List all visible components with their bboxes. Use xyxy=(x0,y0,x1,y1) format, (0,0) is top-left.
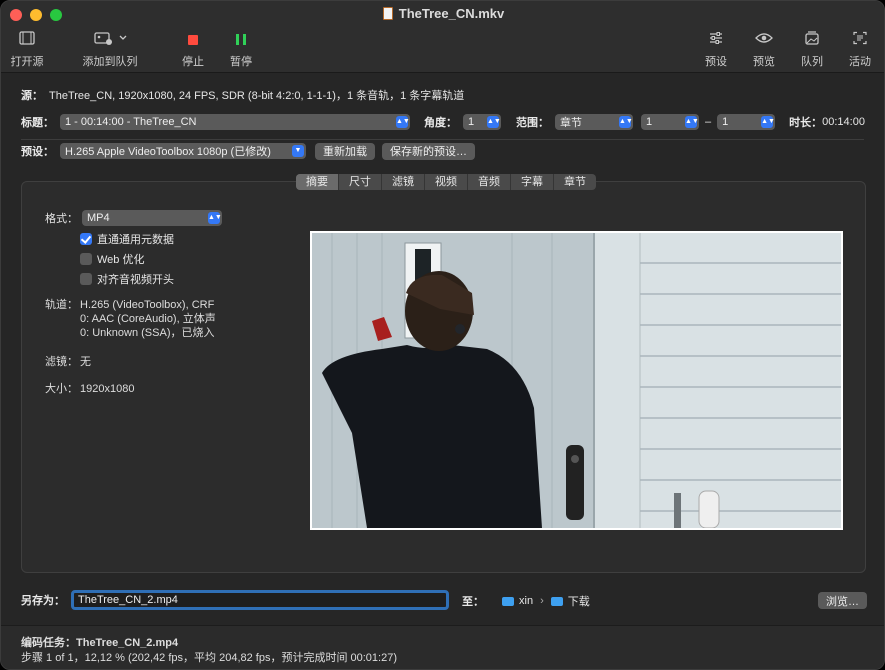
tab-subtitles[interactable]: 字幕 xyxy=(511,174,554,190)
path-segment-downloads[interactable]: 下载 xyxy=(568,593,590,609)
status-bar: 编码任务：TheTree_CN_2.mp4 步骤 1 of 1，12,12 % … xyxy=(1,625,884,669)
source-label: 源： xyxy=(21,90,43,102)
format-label: 格式： xyxy=(45,213,78,225)
browse-button[interactable]: 浏览… xyxy=(818,592,867,609)
filters-info: 滤镜：无 xyxy=(45,353,91,369)
chevron-updown-icon: ▲▼ xyxy=(487,116,501,128)
output-filename-field[interactable] xyxy=(71,590,449,610)
tab-chapters[interactable]: 章节 xyxy=(554,174,596,190)
chevron-updown-icon: ▲▼ xyxy=(761,116,775,128)
tab-audio[interactable]: 音频 xyxy=(468,174,511,190)
preview-frame-image xyxy=(312,233,841,528)
passthru-metadata-option[interactable]: 直通通用元数据 xyxy=(80,230,174,248)
chevron-updown-icon: ▲▼ xyxy=(396,116,410,128)
handbrake-window: TheTree_CN.mkv 打开源 添加到队列 停止 暂停 预设 预览 队列 … xyxy=(0,0,885,670)
activity-button[interactable]: 活动 xyxy=(846,31,874,69)
source-info-row: 源： TheTree_CN, 1920x1080, 24 FPS, SDR (8… xyxy=(21,86,464,104)
passthru-metadata-checkbox[interactable] xyxy=(80,233,92,245)
size-value: 1920x1080 xyxy=(80,383,135,395)
path-chevron-icon: › xyxy=(540,595,544,607)
tracks-label: 轨道： xyxy=(45,299,78,311)
save-as-label: 另存为： xyxy=(21,595,65,607)
main-content: 源： TheTree_CN, 1920x1080, 24 FPS, SDR (8… xyxy=(1,73,884,625)
align-av-option[interactable]: 对齐音视频开头 xyxy=(80,270,174,288)
preset-select[interactable]: H.265 Apple VideoToolbox 1080p (已修改) ▼ xyxy=(60,143,306,159)
chevron-updown-icon: ▲▼ xyxy=(685,116,699,128)
path-segment-home[interactable]: xin xyxy=(519,595,533,607)
range-type-select[interactable]: 章节 ▲▼ xyxy=(555,114,633,130)
tab-filters[interactable]: 滤镜 xyxy=(382,174,425,190)
film-icon xyxy=(9,31,45,49)
filters-label: 滤镜： xyxy=(45,356,78,368)
presets-button[interactable]: 预设 xyxy=(702,31,730,69)
duration-value: 00:14:00 xyxy=(822,116,865,128)
stop-button[interactable]: 停止 xyxy=(179,31,207,69)
title-label: 标题： xyxy=(21,117,54,129)
range-start-select[interactable]: 1 ▲▼ xyxy=(641,114,699,130)
save-new-preset-button[interactable]: 保存新的预设… xyxy=(382,142,475,160)
title-bar: TheTree_CN.mkv 打开源 添加到队列 停止 暂停 预设 预览 队列 … xyxy=(1,1,884,73)
preset-label: 预设： xyxy=(21,146,54,158)
tracks-list: H.265 (VideoToolbox), CRF 0: AAC (CoreAu… xyxy=(80,298,216,340)
photo-stack-icon xyxy=(798,31,826,49)
format-row: 格式： MP4 ▲▼ xyxy=(45,209,222,227)
video-file-icon xyxy=(382,7,393,20)
web-optimized-checkbox[interactable] xyxy=(80,253,92,265)
reload-preset-button[interactable]: 重新加载 xyxy=(315,142,375,160)
angle-label: 角度： xyxy=(424,117,457,129)
track-subtitle: 0: Unknown (SSA)，已烧入 xyxy=(80,327,215,339)
tab-bar: 摘要 尺寸 滤镜 视频 音频 字幕 章节 xyxy=(296,174,596,190)
destination-path: 至： xin › 下载 xyxy=(462,592,590,610)
preview-button[interactable]: 预览 xyxy=(750,31,778,69)
title-row: 标题： 1 - 00:14:00 - TheTree_CN ▲▼ 角度： 1 ▲▼ … xyxy=(21,113,866,131)
window-title: TheTree_CN.mkv xyxy=(1,6,884,21)
range-dash: – xyxy=(705,116,712,128)
eye-icon xyxy=(750,31,778,49)
folder-icon xyxy=(502,596,514,606)
pause-icon xyxy=(227,31,255,49)
save-as-row: 另存为： xyxy=(21,590,449,610)
pause-button[interactable]: 暂停 xyxy=(227,31,255,69)
size-label: 大小： xyxy=(45,383,78,395)
tab-dimensions[interactable]: 尺寸 xyxy=(339,174,382,190)
chevron-down-icon: ▼ xyxy=(292,145,304,157)
open-source-button[interactable]: 打开源 xyxy=(9,31,45,69)
chevron-updown-icon: ▲▼ xyxy=(619,116,633,128)
chevron-updown-icon: ▲▼ xyxy=(208,212,222,224)
add-photo-icon xyxy=(81,31,139,49)
range-label: 范围： xyxy=(516,117,549,129)
add-to-queue-button[interactable]: 添加到队列 xyxy=(81,31,139,69)
activity-log-icon xyxy=(846,31,874,49)
track-audio: 0: AAC (CoreAudio), 立体声 xyxy=(80,313,216,325)
duration-label: 时长： xyxy=(789,117,823,129)
folder-icon xyxy=(550,596,563,606)
track-video: H.265 (VideoToolbox), CRF xyxy=(80,299,215,311)
sliders-icon xyxy=(702,31,730,49)
divider xyxy=(21,139,864,140)
to-label: 至： xyxy=(462,596,484,608)
tracks-info: 轨道： H.265 (VideoToolbox), CRF 0: AAC (Co… xyxy=(45,298,216,340)
preset-row: 预设： H.265 Apple VideoToolbox 1080p (已修改)… xyxy=(21,142,475,160)
format-select[interactable]: MP4 ▲▼ xyxy=(82,210,222,226)
source-value: TheTree_CN, 1920x1080, 24 FPS, SDR (8-bi… xyxy=(49,90,465,102)
angle-select[interactable]: 1 ▲▼ xyxy=(463,114,501,130)
web-optimized-option[interactable]: Web 优化 xyxy=(80,250,144,268)
align-av-checkbox[interactable] xyxy=(80,273,92,285)
range-end-select[interactable]: 1 ▲▼ xyxy=(717,114,776,130)
size-info: 大小： 1920x1080 xyxy=(45,380,134,396)
queue-button[interactable]: 队列 xyxy=(798,31,826,69)
filters-value: 无 xyxy=(80,356,91,368)
encode-job-label: 编码任务：TheTree_CN_2.mp4 xyxy=(21,637,179,649)
video-preview-thumbnail[interactable] xyxy=(310,231,843,530)
stop-icon xyxy=(179,31,207,49)
tab-video[interactable]: 视频 xyxy=(425,174,468,190)
encode-progress-text: 步骤 1 of 1，12,12 % (202,42 fps，平均 204,82 … xyxy=(21,652,398,664)
tab-summary[interactable]: 摘要 xyxy=(296,174,339,190)
title-select[interactable]: 1 - 00:14:00 - TheTree_CN ▲▼ xyxy=(60,114,410,130)
